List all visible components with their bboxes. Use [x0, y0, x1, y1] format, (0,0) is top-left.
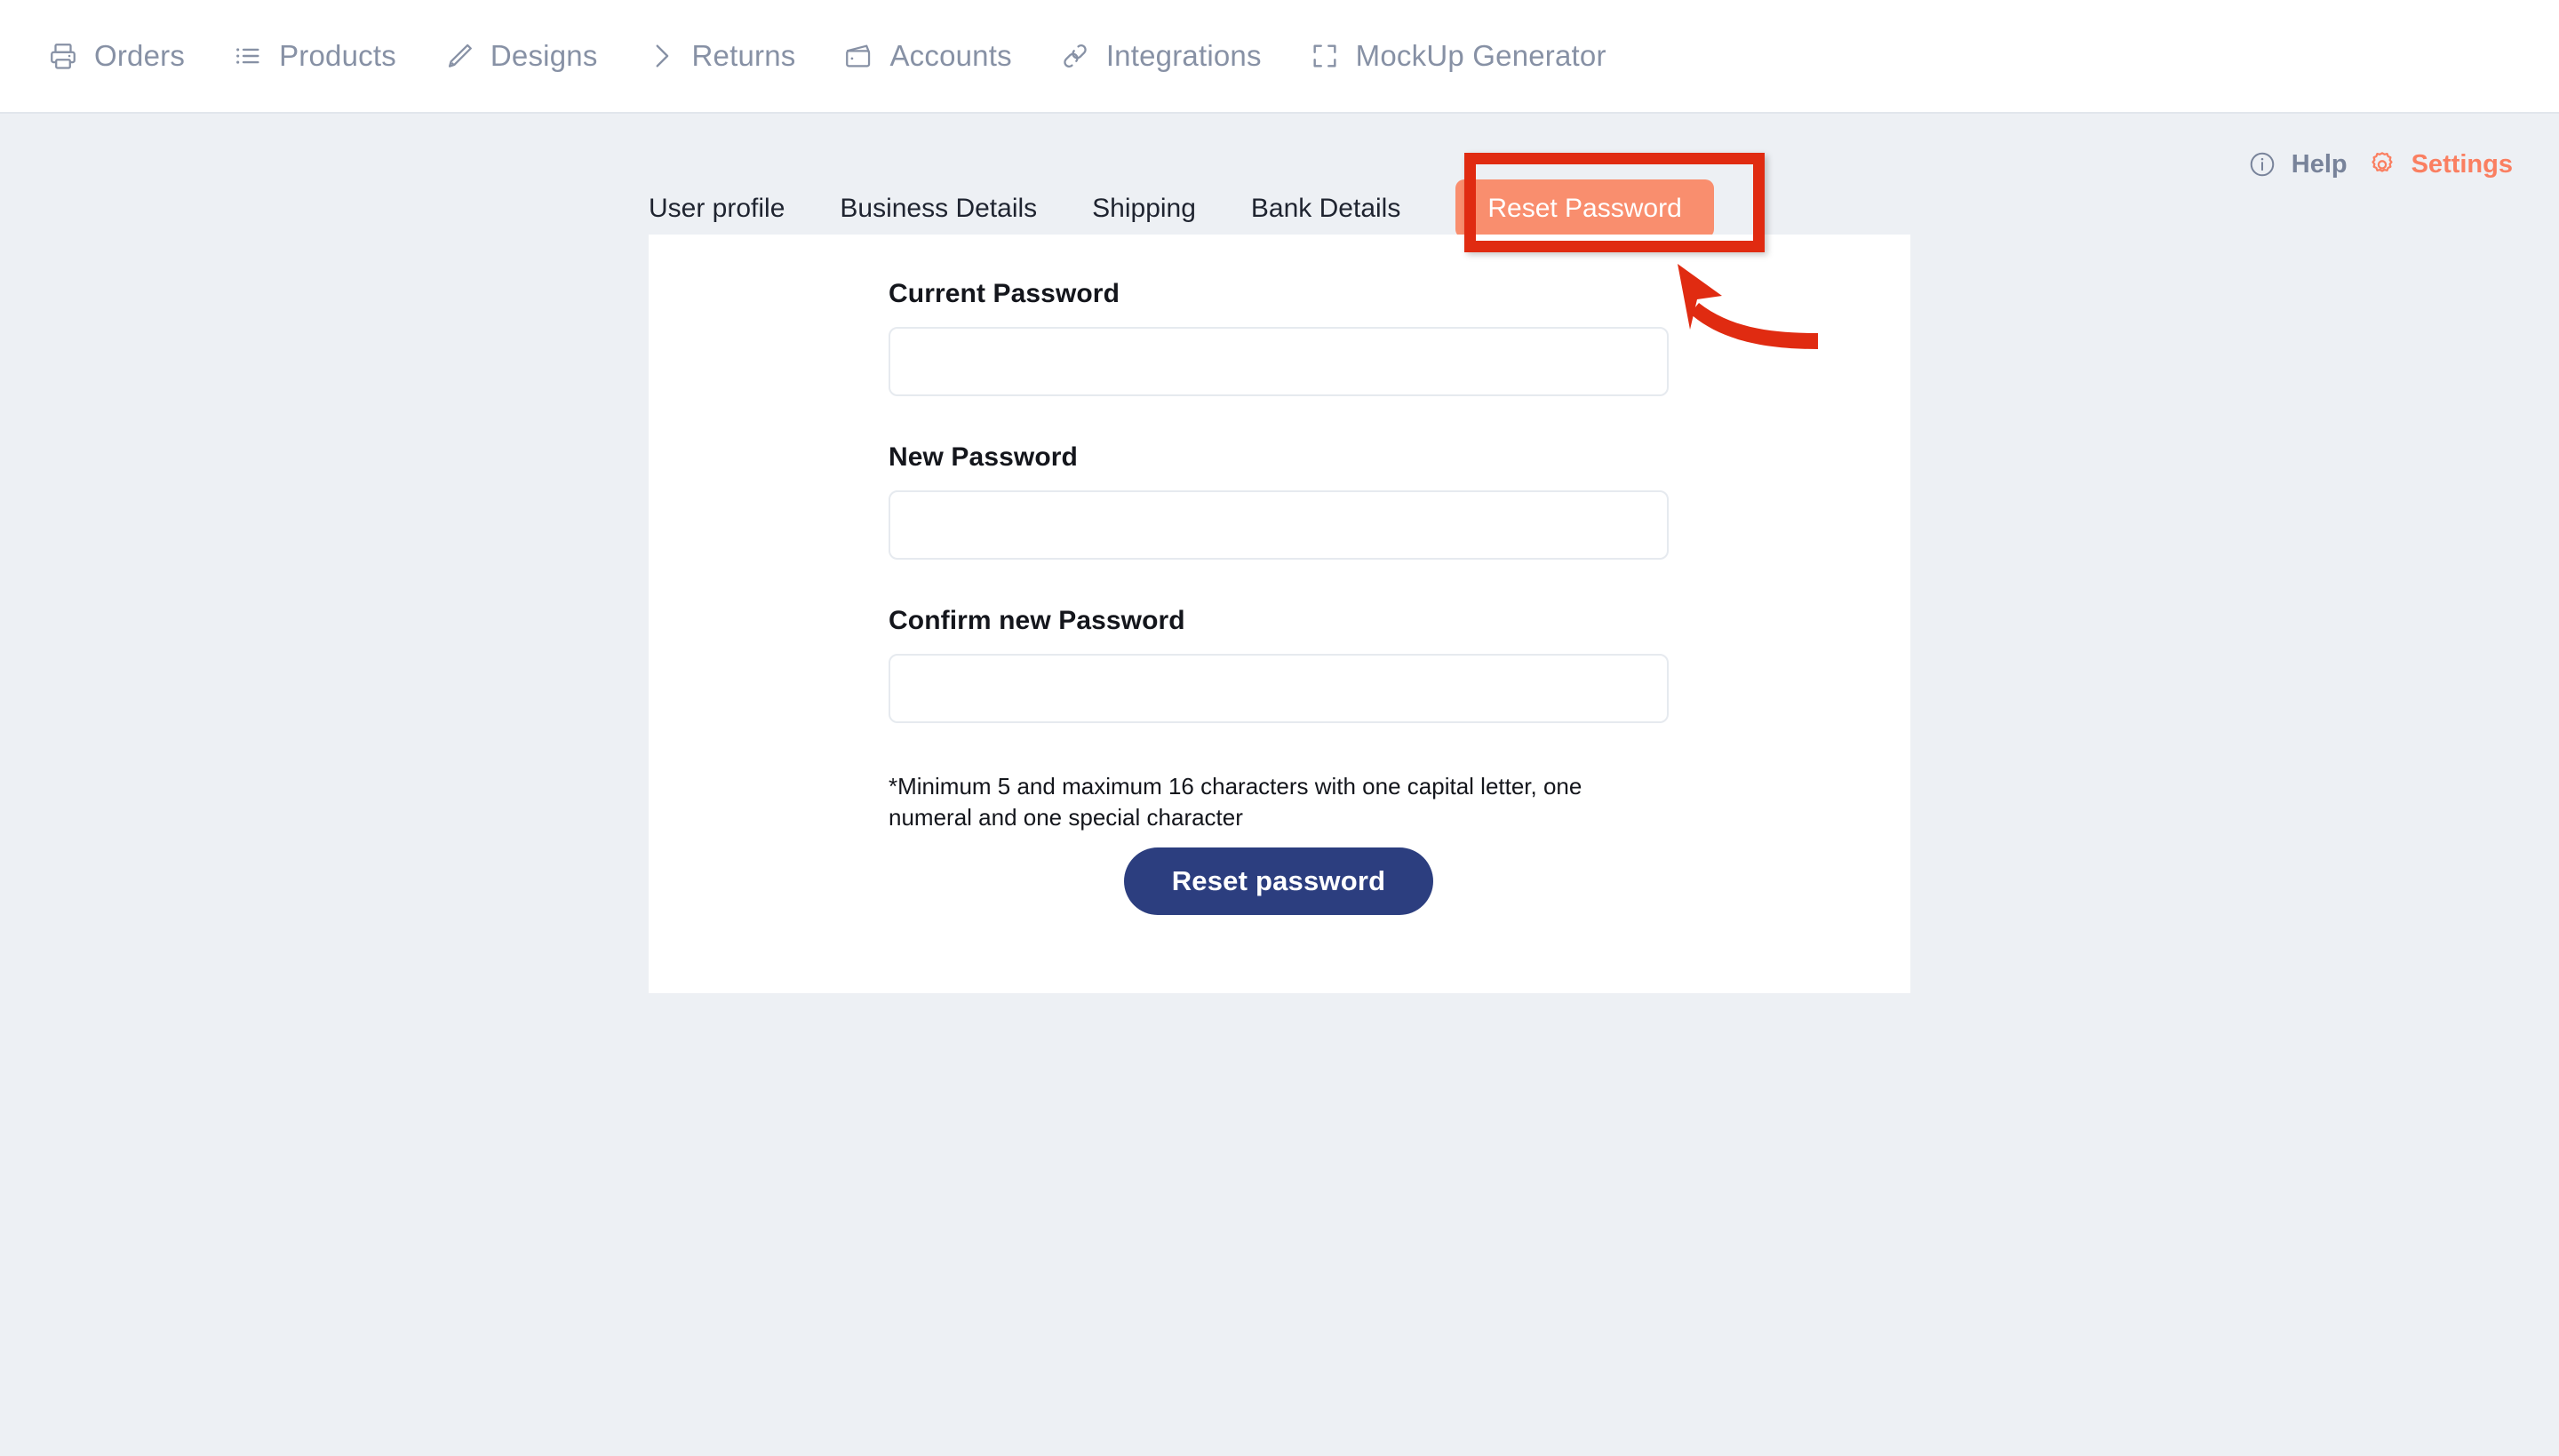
tab-user-profile[interactable]: User profile [649, 195, 785, 235]
utility-bar: Help Settings [2247, 149, 2513, 179]
field-group-confirm-new-password: Confirm new Password [889, 606, 1669, 723]
nav-label-orders: Orders [94, 39, 186, 72]
settings-label: Settings [2411, 149, 2513, 179]
help-button[interactable]: Help [2247, 149, 2348, 179]
crop-frame-icon [1308, 39, 1342, 73]
nav-label-mockup-generator: MockUp Generator [1355, 39, 1606, 72]
field-group-new-password: New Password [889, 442, 1669, 560]
tab-reset-password[interactable]: Reset Password [1455, 179, 1714, 238]
nav-item-products[interactable]: Products [231, 39, 396, 73]
help-label: Help [2291, 149, 2348, 179]
nav-label-returns: Returns [691, 39, 796, 72]
tab-shipping[interactable]: Shipping [1092, 195, 1196, 235]
nav-item-designs[interactable]: Designs [442, 39, 598, 73]
current-password-label: Current Password [889, 279, 1120, 308]
nav-item-mockup-generator[interactable]: MockUp Generator [1308, 39, 1606, 73]
nav-item-orders[interactable]: Orders [46, 39, 185, 73]
new-password-label: New Password [889, 442, 1078, 472]
nav-label-accounts: Accounts [889, 39, 1012, 72]
reset-password-card: Current Password New Password Confirm ne… [649, 235, 1910, 993]
tab-business-details[interactable]: Business Details [840, 195, 1037, 235]
password-requirements-hint: *Minimum 5 and maximum 16 characters wit… [889, 773, 1582, 831]
gear-icon [2367, 149, 2397, 179]
reset-password-submit-button[interactable]: Reset password [1123, 847, 1434, 915]
wallet-icon [841, 39, 875, 73]
settings-button[interactable]: Settings [2367, 149, 2513, 179]
pencil-icon [442, 39, 476, 73]
printer-icon [46, 39, 80, 73]
nav-item-integrations[interactable]: Integrations [1058, 39, 1262, 73]
list-icon [231, 39, 265, 73]
nav-item-accounts[interactable]: Accounts [841, 39, 1012, 73]
nav-label-designs: Designs [490, 39, 598, 72]
nav-label-products: Products [279, 39, 396, 72]
confirm-new-password-input[interactable] [889, 654, 1669, 723]
settings-tab-bar: User profile Business Details Shipping B… [649, 169, 1910, 238]
submit-row: Reset password [889, 847, 1669, 915]
top-navigation-bar: Orders Products Designs Returns Accounts… [0, 0, 2559, 114]
new-password-input[interactable] [889, 490, 1669, 560]
confirm-new-password-label: Confirm new Password [889, 606, 1185, 635]
tab-bank-details[interactable]: Bank Details [1251, 195, 1400, 235]
current-password-input[interactable] [889, 327, 1669, 396]
field-group-current-password: Current Password [889, 279, 1669, 396]
link-icon [1058, 39, 1092, 73]
nav-item-returns[interactable]: Returns [644, 39, 796, 73]
chevron-right-icon [644, 39, 678, 73]
info-circle-icon [2247, 149, 2277, 179]
nav-label-integrations: Integrations [1105, 39, 1262, 72]
